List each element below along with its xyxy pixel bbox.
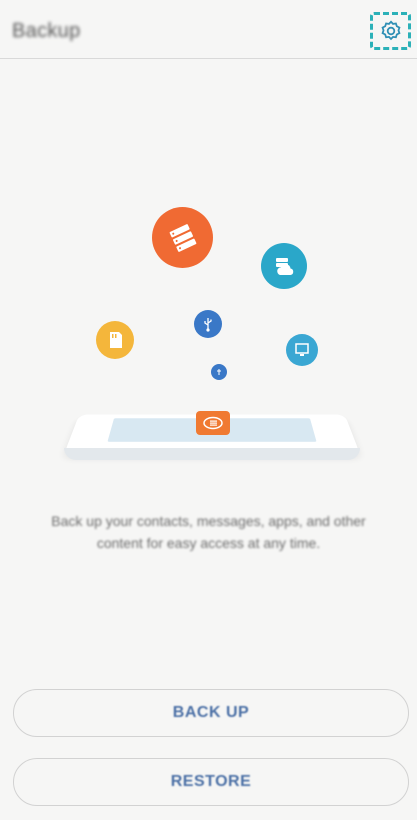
phone-edge [64, 448, 360, 460]
restore-button[interactable]: RESTORE [13, 758, 409, 806]
usb-icon [194, 310, 222, 338]
backup-app-icon [196, 411, 230, 435]
backup-description: Back up your contacts, messages, apps, a… [51, 513, 366, 551]
restore-button-label: RESTORE [170, 773, 252, 790]
backup-button-label: BACK UP [172, 704, 250, 721]
cloud-icon [261, 243, 307, 289]
sd-card-icon [96, 321, 134, 359]
small-dot-icon [211, 364, 227, 380]
server-icon [152, 207, 213, 268]
backup-illustration [0, 0, 417, 480]
backup-button[interactable]: BACK UP [13, 689, 409, 737]
computer-icon [286, 334, 318, 366]
